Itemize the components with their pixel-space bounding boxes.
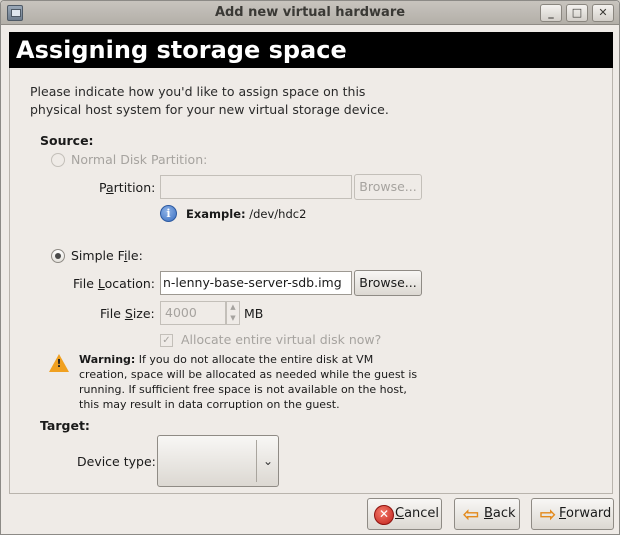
allocate-label: Allocate entire virtual disk now?: [181, 332, 382, 347]
device-type-label: Device type:: [77, 454, 156, 469]
partition-radio[interactable]: [51, 153, 65, 167]
cancel-button-label: Cancel: [395, 506, 440, 521]
page-title: Assigning storage space: [9, 32, 613, 68]
forward-button-label: Forward: [559, 506, 612, 521]
back-arrow-icon: ⇦: [462, 502, 480, 526]
combo-separator: [256, 440, 257, 482]
source-label: Source:: [40, 133, 94, 148]
file-size-unit: MB: [244, 306, 264, 321]
allocate-checkbox[interactable]: ✓: [160, 334, 173, 347]
device-type-combo[interactable]: ⌄: [157, 435, 279, 487]
dialog-window: Add new virtual hardware _ □ ✕ Assigning…: [0, 0, 620, 535]
close-button[interactable]: ✕: [592, 4, 614, 22]
file-size-spinner[interactable]: ▲ ▼: [226, 301, 240, 325]
minimize-button[interactable]: _: [540, 4, 562, 22]
cancel-button[interactable]: ✕ Cancel: [367, 498, 442, 530]
cancel-icon: ✕: [374, 505, 394, 525]
partition-input[interactable]: [160, 175, 352, 199]
partition-example: Example: /dev/hdc2: [186, 207, 307, 221]
warning-icon-mark: !: [56, 357, 62, 370]
file-location-input[interactable]: n-lenny-base-server-sdb.img: [160, 271, 352, 295]
intro-text: Please indicate how you'd like to assign…: [30, 84, 389, 117]
forward-button[interactable]: ⇨ Forward: [531, 498, 614, 530]
back-button[interactable]: ⇦ Back: [454, 498, 520, 530]
partition-browse-button[interactable]: Browse...: [354, 174, 422, 200]
title-bar[interactable]: Add new virtual hardware _ □ ✕: [1, 1, 619, 25]
chevron-down-icon: ⌄: [262, 454, 273, 468]
file-location-label: File Location:: [73, 276, 155, 291]
target-label: Target:: [40, 418, 90, 433]
maximize-button[interactable]: □: [566, 4, 588, 22]
simple-file-radio[interactable]: [51, 249, 65, 263]
file-location-browse-button[interactable]: Browse...: [354, 270, 422, 296]
forward-arrow-icon: ⇨: [539, 502, 557, 526]
info-icon: i: [160, 205, 177, 222]
warning-text: Warning: If you do not allocate the enti…: [79, 353, 418, 411]
back-button-label: Back: [484, 506, 516, 521]
partition-label: Partition:: [99, 180, 156, 195]
window-title: Add new virtual hardware: [214, 5, 406, 20]
file-size-label: File Size:: [100, 306, 155, 321]
partition-radio-label: Normal Disk Partition:: [71, 152, 208, 167]
file-size-input[interactable]: 4000: [160, 301, 226, 325]
simple-file-radio-label: Simple File:: [71, 248, 143, 263]
